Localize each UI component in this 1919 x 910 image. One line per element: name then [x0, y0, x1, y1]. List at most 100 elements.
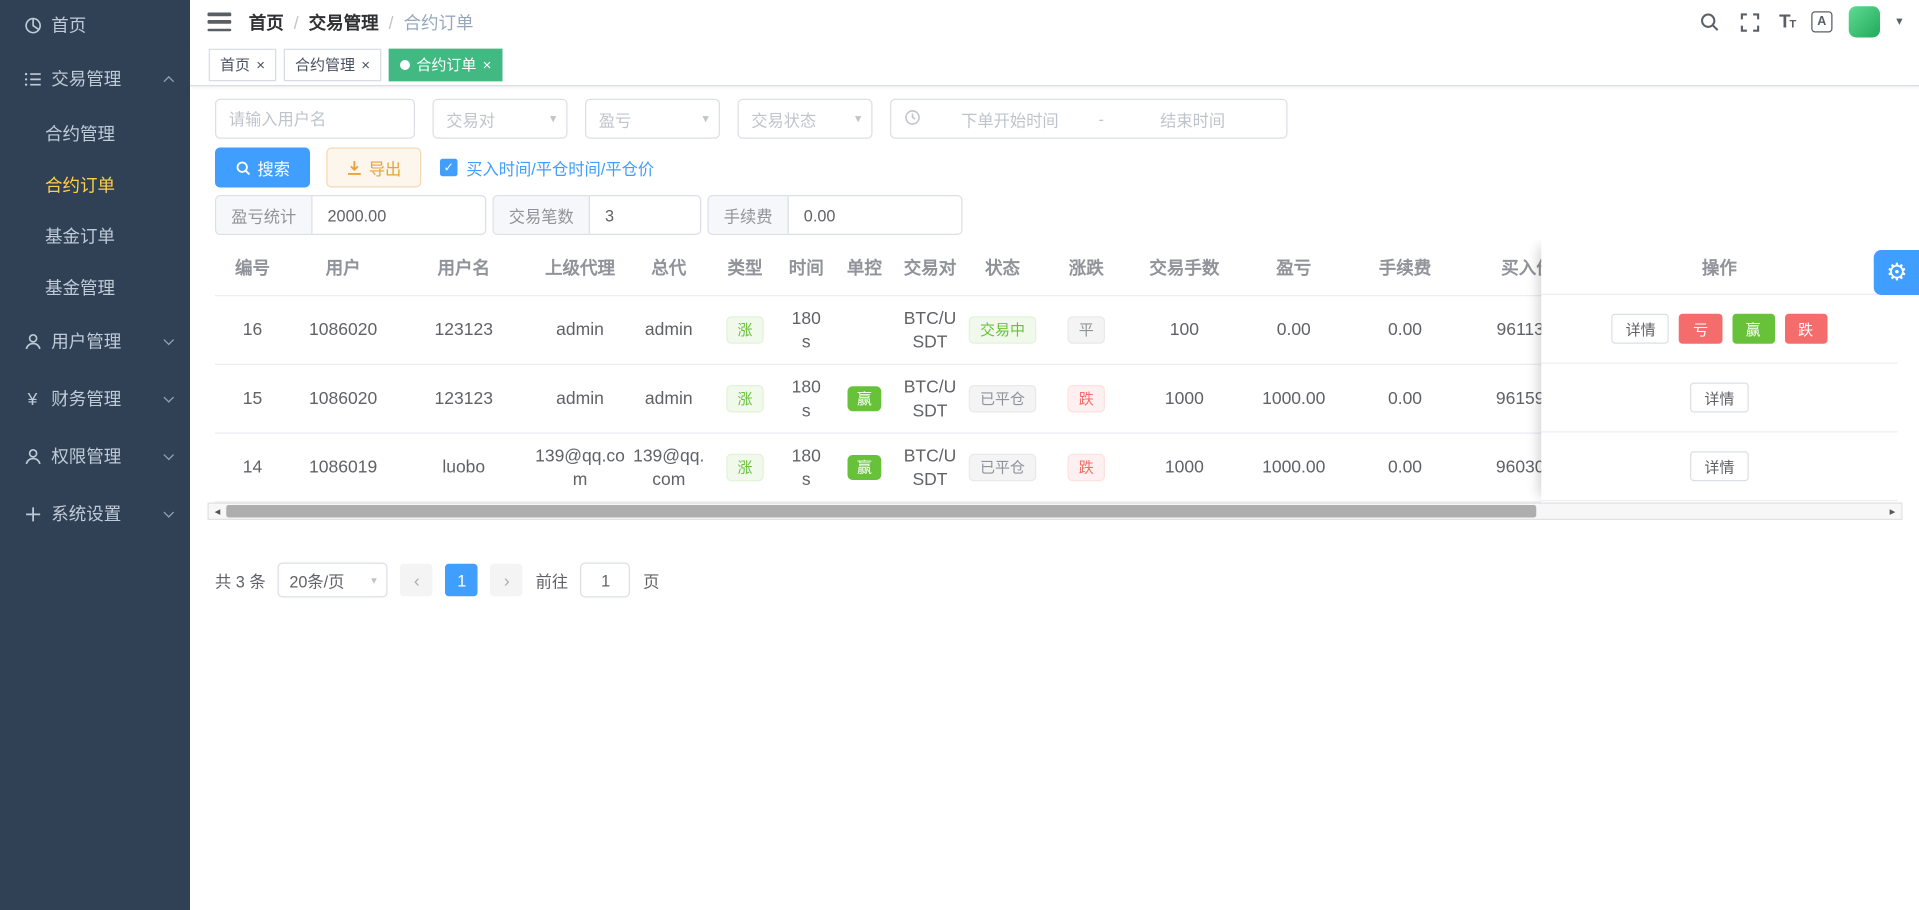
date-separator: - — [1099, 109, 1104, 128]
stats-row: 盈亏统计 2000.00 交易笔数 3 手续费 0.00 — [215, 195, 1919, 235]
updown-tag: 跌 — [1067, 453, 1105, 481]
pnl-select[interactable]: 盈亏 ▾ — [585, 99, 720, 139]
settings-gear-button[interactable]: ⚙ — [1874, 250, 1919, 295]
operations-row: 详情 — [1541, 433, 1897, 502]
fee-total-stat: 手续费 0.00 — [708, 195, 963, 235]
chevron-down-icon: ▾ — [702, 112, 708, 126]
scroll-left-icon[interactable]: ◂ — [209, 504, 227, 519]
font-size-icon[interactable]: TT — [1779, 11, 1795, 32]
filter-row: 交易对 ▾ 盈亏 ▾ 交易状态 ▾ 下单开始时间 - 结束时间 — [215, 99, 1919, 139]
navbar-actions: TT A ▾ — [1697, 6, 1903, 37]
export-button[interactable]: 导出 — [326, 148, 421, 188]
trade-submenu: 合约管理 合约订单 基金订单 基金管理 — [0, 108, 190, 313]
goto-page-input[interactable] — [581, 563, 631, 598]
date-start-placeholder: 下单开始时间 — [929, 107, 1091, 131]
detail-button[interactable]: 详情 — [1691, 383, 1749, 413]
avatar[interactable] — [1849, 6, 1880, 37]
tab-contract-management[interactable]: 合约管理 × — [284, 48, 382, 81]
close-icon[interactable]: × — [361, 57, 370, 72]
checkbox-check-icon: ✓ — [440, 159, 458, 177]
clock-icon — [904, 108, 922, 129]
search-button[interactable]: 搜索 — [215, 148, 310, 188]
operations-header: 操作 — [1541, 240, 1897, 295]
prev-page-button[interactable]: ‹ — [401, 564, 434, 597]
breadcrumb-separator: / — [294, 12, 299, 32]
date-end-placeholder: 结束时间 — [1111, 107, 1273, 131]
detail-button[interactable]: 详情 — [1691, 451, 1749, 481]
page-unit-label: 页 — [643, 568, 659, 592]
sidebar-item-finance-management[interactable]: ¥ 财务管理 — [0, 370, 190, 428]
status-tag: 交易中 — [969, 316, 1037, 344]
scrollbar-thumb[interactable] — [226, 505, 1535, 518]
close-icon[interactable]: × — [256, 57, 265, 72]
chevron-down-icon — [163, 507, 174, 518]
chevron-down-icon: ▾ — [550, 112, 556, 126]
tabs-bar: 首页 × 合约管理 × 合约订单 × — [190, 44, 1919, 87]
pnl-total-value[interactable]: 2000.00 — [313, 196, 486, 234]
scrollbar-track[interactable] — [226, 504, 1884, 519]
table-header-row: 编号 用户 用户名 上级代理 总代 类型 时间 单控 交易对 状态 涨跌 交易手… — [215, 240, 1594, 295]
breadcrumb-trade[interactable]: 交易管理 — [309, 9, 379, 34]
table-row: 14 1086019 luobo 139@qq.com 139@qq.com 涨… — [215, 433, 1594, 502]
caret-down-icon[interactable]: ▾ — [1896, 15, 1902, 29]
page-number-1[interactable]: 1 — [446, 564, 479, 597]
fall-button[interactable]: 跌 — [1784, 314, 1827, 344]
fullscreen-icon[interactable] — [1738, 9, 1763, 34]
date-range-picker[interactable]: 下单开始时间 - 结束时间 — [890, 99, 1288, 139]
sidebar-item-home[interactable]: 首页 — [0, 0, 190, 50]
list-icon — [23, 69, 43, 89]
trade-status-select[interactable]: 交易状态 ▾ — [738, 99, 873, 139]
navbar: 首页 / 交易管理 / 合约订单 TT A ▾ — [190, 0, 1919, 44]
pair-select[interactable]: 交易对 ▾ — [433, 99, 568, 139]
win-button[interactable]: 赢 — [1732, 314, 1775, 344]
trade-count-stat: 交易笔数 3 — [493, 195, 702, 235]
operations-column: 操作 详情 亏 赢 跌 详情 详情 — [1541, 240, 1897, 503]
sidebar-item-fund-orders[interactable]: 基金订单 — [0, 210, 190, 261]
trade-count-value[interactable]: 3 — [590, 196, 700, 234]
sidebar-item-trade-management[interactable]: 交易管理 — [0, 50, 190, 108]
detail-button[interactable]: 详情 — [1612, 314, 1670, 344]
status-tag: 已平仓 — [969, 384, 1037, 412]
table-row: 16 1086020 123123 admin admin 涨 180 s BT… — [215, 295, 1594, 364]
table-row: 15 1086020 123123 admin admin 涨 180 s 赢 … — [215, 364, 1594, 433]
tab-home[interactable]: 首页 × — [209, 48, 277, 81]
operations-row: 详情 亏 赢 跌 — [1541, 295, 1897, 364]
type-tag: 涨 — [726, 453, 764, 481]
next-page-button[interactable]: › — [491, 564, 524, 597]
fee-total-value[interactable]: 0.00 — [789, 196, 962, 234]
sidebar-item-fund-management[interactable]: 基金管理 — [0, 261, 190, 312]
lose-button[interactable]: 亏 — [1679, 314, 1722, 344]
breadcrumb-home[interactable]: 首页 — [249, 9, 284, 34]
username-input[interactable] — [215, 99, 415, 139]
pnl-total-stat: 盈亏统计 2000.00 — [215, 195, 486, 235]
language-icon[interactable]: A — [1811, 11, 1832, 32]
updown-tag: 跌 — [1067, 384, 1105, 412]
horizontal-scrollbar: ◂ ▸ — [208, 503, 1903, 521]
pagination: 共 3 条 20条/页 ▾ ‹ 1 › 前往 页 — [215, 563, 1919, 598]
sidebar-item-system-settings[interactable]: 系统设置 — [0, 485, 190, 543]
page-size-select[interactable]: 20条/页 ▾ — [278, 563, 388, 598]
status-tag: 已平仓 — [969, 453, 1037, 481]
chevron-down-icon — [163, 449, 174, 460]
page-content: 交易对 ▾ 盈亏 ▾ 交易状态 ▾ 下单开始时间 - 结束时间 — [190, 86, 1919, 597]
updown-tag: 平 — [1067, 316, 1105, 344]
dashboard-icon — [23, 15, 43, 35]
close-icon[interactable]: × — [483, 57, 492, 72]
time-columns-checkbox[interactable]: ✓ 买入时间/平仓时间/平仓价 — [440, 156, 654, 180]
app-viewport: 首页 交易管理 合约管理 合约订单 基金订单 基金管理 — [0, 0, 1919, 910]
user-icon — [23, 331, 43, 351]
action-row: 搜索 导出 ✓ 买入时间/平仓时间/平仓价 — [215, 148, 1919, 188]
sidebar-item-contract-orders[interactable]: 合约订单 — [0, 159, 190, 210]
hamburger-icon[interactable] — [208, 13, 232, 32]
sidebar-item-permission-management[interactable]: 权限管理 — [0, 428, 190, 486]
sidebar-item-contract-management[interactable]: 合约管理 — [0, 108, 190, 159]
sidebar-item-user-management[interactable]: 用户管理 — [0, 313, 190, 371]
active-dot — [400, 59, 410, 69]
scroll-right-icon[interactable]: ▸ — [1884, 504, 1902, 519]
search-icon[interactable] — [1697, 9, 1722, 34]
chevron-up-icon — [163, 75, 174, 86]
plus-icon — [23, 504, 43, 524]
yen-icon: ¥ — [23, 389, 43, 409]
tab-contract-orders[interactable]: 合约订单 × — [389, 48, 503, 81]
person-icon — [23, 446, 43, 466]
